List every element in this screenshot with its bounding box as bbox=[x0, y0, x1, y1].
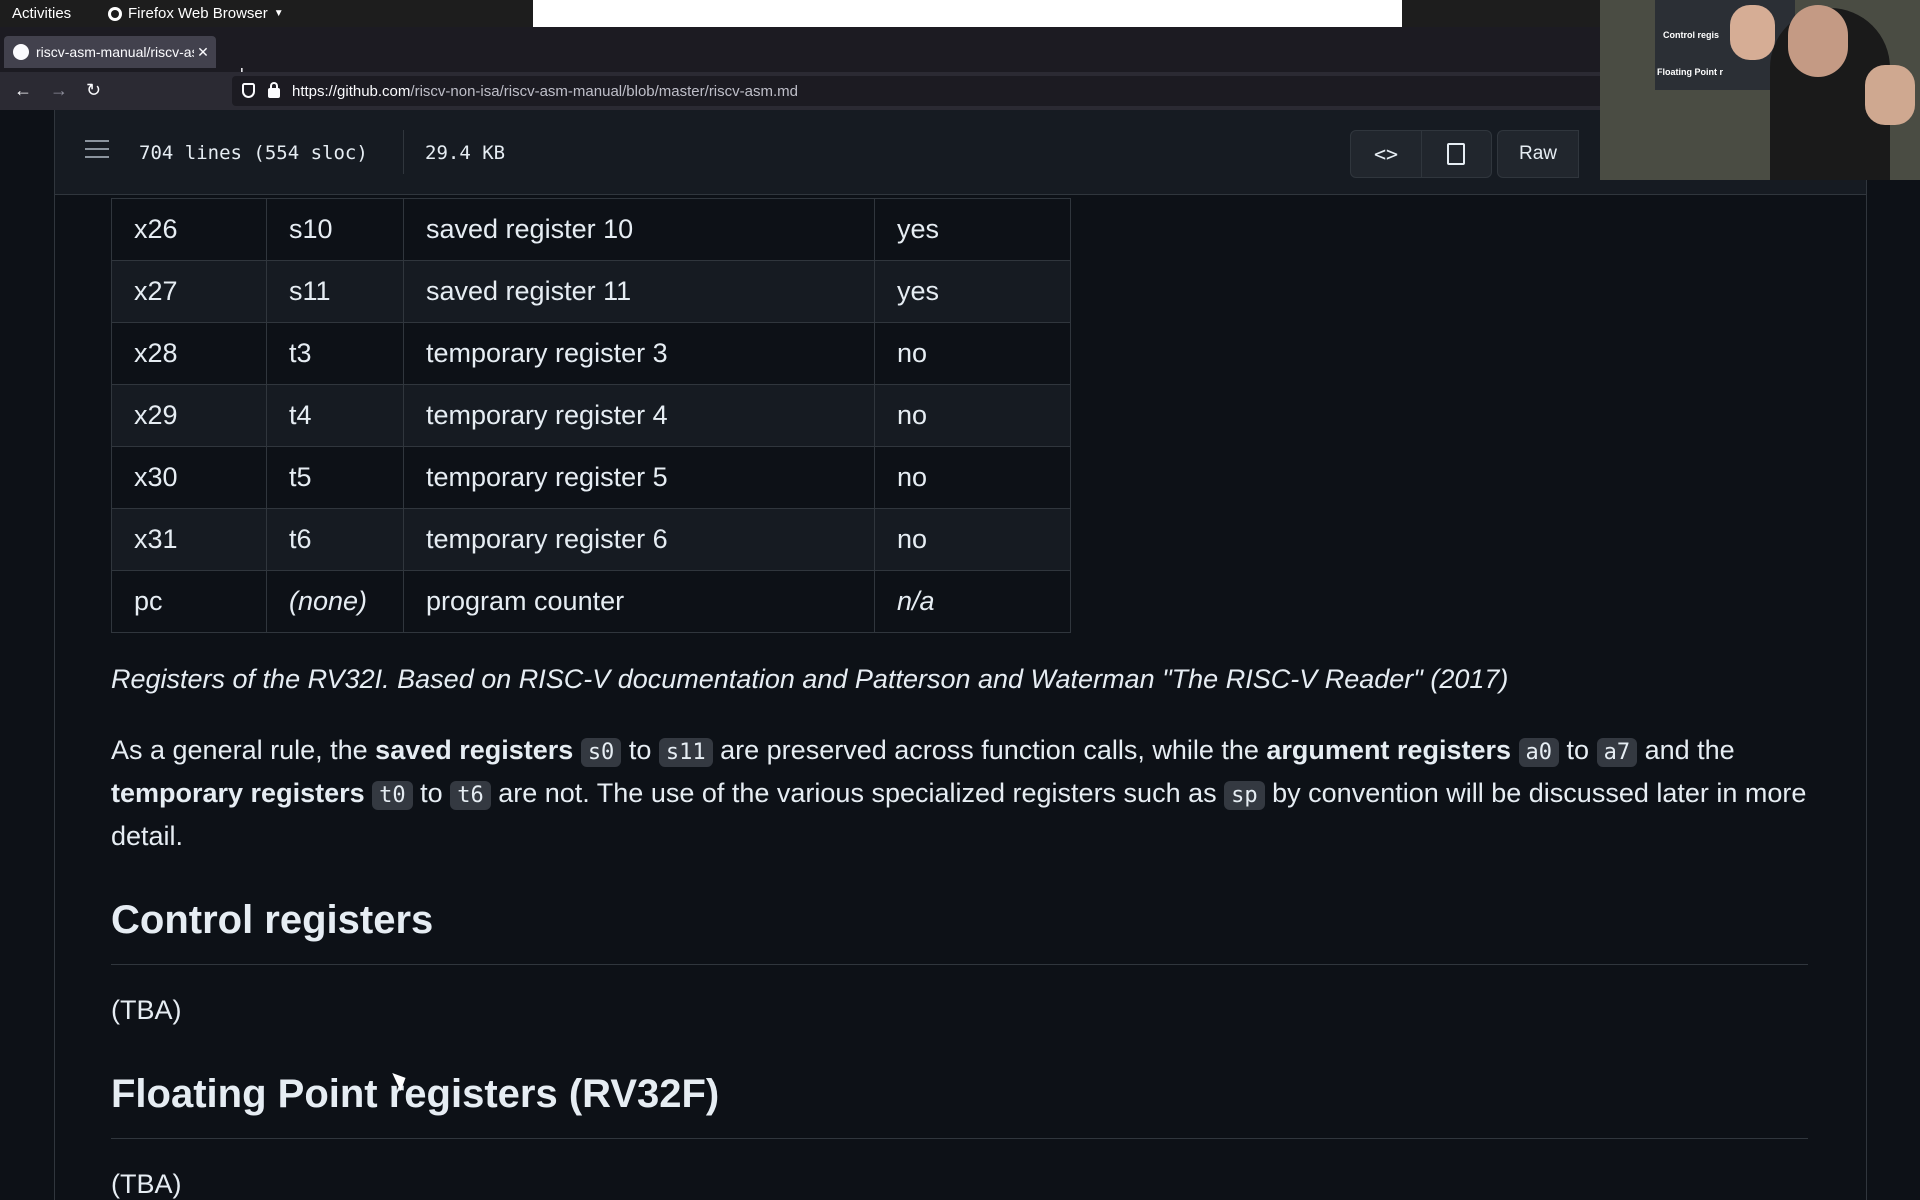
table-row: x29 t4 temporary register 4 no bbox=[111, 384, 1071, 447]
text: As a general rule, the bbox=[111, 735, 376, 765]
file-icon bbox=[1447, 143, 1465, 165]
register-description: saved register 10 bbox=[403, 198, 875, 261]
table-row: x30 t5 temporary register 5 no bbox=[111, 446, 1071, 509]
register-description: program counter bbox=[403, 570, 875, 633]
bold-text: saved registers bbox=[375, 735, 574, 765]
abi-name: s10 bbox=[266, 198, 404, 261]
inline-code: a7 bbox=[1596, 738, 1638, 767]
preserved-flag: no bbox=[874, 384, 1071, 447]
abi-name: t5 bbox=[266, 446, 404, 509]
presenter-hand bbox=[1730, 5, 1775, 60]
file-header: 704 lines (554 sloc) 29.4 KB <> Raw bbox=[55, 110, 1866, 195]
text: to bbox=[1566, 735, 1590, 765]
abi-name: t4 bbox=[266, 384, 404, 447]
section-body: (TBA) bbox=[111, 1169, 182, 1199]
browser-tab[interactable]: riscv-asm-manual/riscv-as ✕ bbox=[4, 36, 216, 68]
close-icon[interactable]: ✕ bbox=[194, 44, 212, 61]
preserved-flag: no bbox=[874, 446, 1071, 509]
raw-button[interactable]: Raw bbox=[1497, 130, 1579, 178]
shield-icon[interactable] bbox=[242, 83, 255, 98]
url-host: https://github.com bbox=[292, 83, 411, 100]
text: and the bbox=[1644, 735, 1735, 765]
heading-control-registers[interactable]: Control registers bbox=[111, 898, 433, 943]
body-paragraph: As a general rule, the saved registers s… bbox=[111, 730, 1811, 857]
outline-icon[interactable] bbox=[85, 140, 109, 164]
bold-text: temporary registers bbox=[111, 778, 365, 808]
abi-name: (none) bbox=[266, 570, 404, 633]
presenter-head bbox=[1788, 5, 1848, 77]
bold-text: argument registers bbox=[1266, 735, 1511, 765]
register-description: temporary register 6 bbox=[403, 508, 875, 571]
preserved-flag: no bbox=[874, 508, 1071, 571]
heading-rule bbox=[111, 1138, 1808, 1139]
inline-code: t6 bbox=[450, 781, 491, 810]
webcam-overlay: Control regis Floating Point r bbox=[1600, 0, 1920, 180]
page-content: 704 lines (554 sloc) 29.4 KB <> Raw x26 s… bbox=[0, 110, 1920, 1200]
preserved-flag: yes bbox=[874, 260, 1071, 323]
preserved-flag: no bbox=[874, 322, 1071, 385]
back-icon[interactable]: ← bbox=[14, 80, 32, 101]
inline-code: t0 bbox=[372, 781, 413, 810]
register-name: x30 bbox=[111, 446, 267, 509]
heading-rule bbox=[111, 964, 1808, 965]
tab-title: riscv-asm-manual/riscv-as bbox=[36, 44, 194, 60]
section-body: (TBA) bbox=[111, 995, 182, 1025]
register-name: x29 bbox=[111, 384, 267, 447]
register-description: saved register 11 bbox=[403, 260, 875, 323]
webcam-text: Floating Point r bbox=[1657, 67, 1723, 77]
divider bbox=[403, 130, 404, 174]
register-name: x27 bbox=[111, 260, 267, 323]
preserved-flag: yes bbox=[874, 198, 1071, 261]
code-view-button[interactable]: <> bbox=[1351, 131, 1422, 177]
github-icon bbox=[13, 44, 29, 60]
text: to bbox=[628, 735, 652, 765]
abi-name: t3 bbox=[266, 322, 404, 385]
register-name: x26 bbox=[111, 198, 267, 261]
text: to bbox=[420, 778, 443, 808]
register-name: pc bbox=[111, 570, 267, 633]
table-row: x31 t6 temporary register 6 no bbox=[111, 508, 1071, 571]
text: are preserved across function calls, whi… bbox=[720, 735, 1267, 765]
register-description: temporary register 5 bbox=[403, 446, 875, 509]
file-size: 29.4 KB bbox=[425, 142, 506, 164]
text: are not. The use of the various speciali… bbox=[498, 778, 1217, 808]
abi-name: s11 bbox=[266, 260, 404, 323]
app-menu[interactable]: Firefox Web Browser ▼ bbox=[108, 5, 284, 22]
webcam-text: Control regis bbox=[1663, 30, 1720, 40]
table-row: x28 t3 temporary register 3 no bbox=[111, 322, 1071, 385]
view-toggle: <> bbox=[1350, 130, 1492, 178]
table-row: x27 s11 saved register 11 yes bbox=[111, 260, 1071, 323]
lock-icon[interactable] bbox=[268, 82, 280, 98]
reload-icon[interactable]: ↻ bbox=[86, 80, 101, 101]
chevron-down-icon: ▼ bbox=[273, 8, 284, 19]
register-name: x31 bbox=[111, 508, 267, 571]
register-description: temporary register 3 bbox=[403, 322, 875, 385]
presenter-hand bbox=[1865, 65, 1915, 125]
url-path: /riscv-non-isa/riscv-asm-manual/blob/mas… bbox=[410, 83, 798, 100]
register-description: temporary register 4 bbox=[403, 384, 875, 447]
inline-code: s11 bbox=[658, 738, 713, 767]
heading-floating-point-registers[interactable]: Floating Point registers (RV32F) bbox=[111, 1072, 719, 1117]
line-count: 704 lines (554 sloc) bbox=[139, 142, 368, 164]
app-menu-label: Firefox Web Browser bbox=[128, 5, 268, 22]
preserved-flag: n/a bbox=[874, 570, 1071, 633]
preview-button[interactable] bbox=[1421, 131, 1491, 177]
table-caption: Registers of the RV32I. Based on RISC-V … bbox=[111, 664, 1509, 694]
table-row: pc (none) program counter n/a bbox=[111, 570, 1071, 633]
notification-banner bbox=[533, 0, 1402, 27]
inline-code: sp bbox=[1224, 781, 1265, 810]
url-text[interactable]: https://github.com/riscv-non-isa/riscv-a… bbox=[292, 83, 798, 100]
table-row: x26 s10 saved register 10 yes bbox=[111, 198, 1071, 261]
register-name: x28 bbox=[111, 322, 267, 385]
inline-code: a0 bbox=[1518, 738, 1560, 767]
abi-name: t6 bbox=[266, 508, 404, 571]
inline-code: s0 bbox=[580, 738, 622, 767]
activities-button[interactable]: Activities bbox=[12, 5, 71, 22]
firefox-icon bbox=[108, 6, 122, 21]
forward-icon[interactable]: → bbox=[50, 80, 68, 101]
register-table: x26 s10 saved register 10 yes x27 s11 saved re… bbox=[111, 198, 1071, 633]
